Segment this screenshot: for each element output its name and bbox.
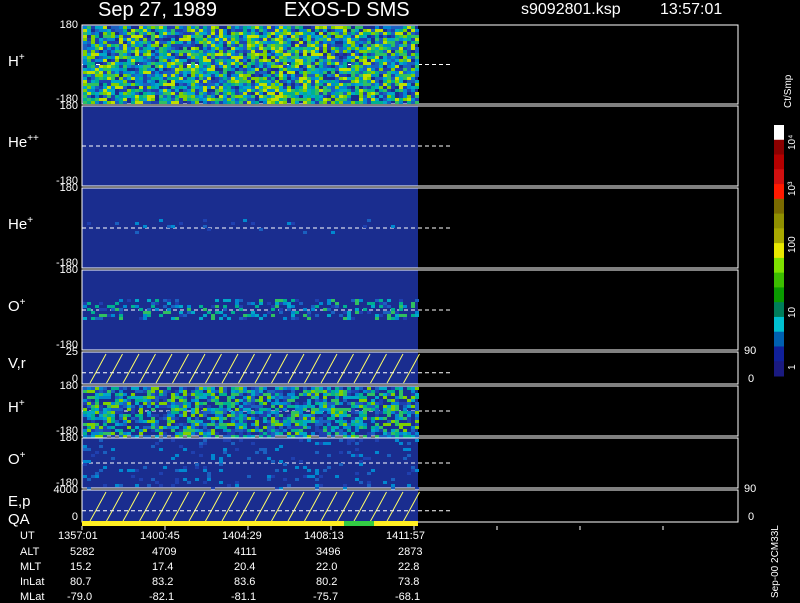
ephemeris-value: 4111 [234, 546, 257, 558]
panel-label-hp1: H+ [8, 51, 25, 70]
colorbar-tick-label: 10⁴ [787, 134, 798, 150]
panel-label-op1: O+ [8, 297, 26, 315]
panel-label-ep: E,p [8, 493, 31, 510]
y-tick-bottom: 0 [71, 511, 78, 523]
panel-ep [81, 489, 739, 523]
ephemeris-value: -79.0 [67, 591, 93, 603]
colorbar-segment [774, 272, 784, 288]
colorbar-segment [774, 302, 784, 318]
ephemeris-value: 1357:01 [58, 530, 98, 542]
y-tick-top: 180 [59, 432, 78, 444]
spectrogram-plot [81, 24, 784, 530]
panel-label-hp2: H+ [8, 398, 25, 416]
panel-layer [81, 24, 739, 530]
ephemeris-value: 3496 [316, 546, 341, 558]
colorbar-segment [774, 243, 784, 259]
panel-hepp [81, 105, 739, 187]
y-tick-top: 180 [59, 182, 78, 194]
panel-vr [81, 351, 739, 385]
colorbar-segment [774, 198, 784, 215]
ephemeris-value: 1408:13 [304, 530, 344, 542]
ephemeris-value: 5282 [70, 546, 95, 558]
colorbar-segment [774, 361, 784, 377]
colorbar [774, 125, 784, 377]
panel-op1 [81, 269, 739, 351]
ephemeris-label: MLat [20, 591, 45, 603]
colorbar-segment [774, 316, 784, 333]
colorbar-segment [774, 139, 784, 156]
panel-label-vr: V,r [8, 355, 26, 372]
ephemeris-value: 1404:29 [222, 530, 262, 542]
ephemeris-value: -68.1 [395, 591, 421, 603]
ephemeris-value: 83.6 [234, 576, 256, 588]
file-name: s9092801.ksp [521, 1, 621, 18]
colorbar-segment [774, 287, 784, 303]
colorbar-segment [774, 331, 784, 347]
right-tick-bottom: 0 [748, 373, 755, 385]
ephemeris-label: MLT [20, 561, 42, 573]
panel-hep [81, 187, 739, 269]
panel-label-hep: He+ [8, 215, 34, 233]
colorbar-tick-label: 10 [787, 306, 798, 318]
right-tick-top: 90 [744, 345, 757, 357]
colorbar-segment [774, 228, 784, 244]
colorbar-segment [774, 184, 784, 200]
colorbar-unit: Ct/Smp [783, 74, 794, 108]
ephemeris-value: 1411:57 [386, 530, 425, 542]
ephemeris-value: 2873 [398, 546, 423, 558]
ephemeris-value: 15.2 [70, 561, 92, 573]
instrument-title: EXOS-D SMS [284, 0, 410, 21]
colorbar-tick-label: 100 [787, 236, 798, 253]
ephemeris-value: 17.4 [152, 561, 174, 573]
ephemeris-value: -82.1 [149, 591, 175, 603]
ephemeris-label: ALT [20, 546, 40, 558]
ephemeris-value: 22.0 [316, 561, 338, 573]
colorbar-segment [774, 125, 784, 141]
colorbar-tick-label: 10³ [787, 181, 798, 196]
ephemeris-value: -75.7 [313, 591, 339, 603]
ephemeris-value: 4709 [152, 546, 177, 558]
y-tick-top: 4000 [53, 484, 78, 496]
colorbar-segment [774, 154, 784, 170]
ephemeris-value: 83.2 [152, 576, 174, 588]
panel-label-hepp: He++ [8, 133, 39, 151]
ephemeris-label: InLat [20, 576, 45, 588]
colorbar-segment [774, 213, 784, 229]
ephemeris-value: 22.8 [398, 561, 420, 573]
ephemeris-value: 73.8 [398, 576, 420, 588]
ephemeris-value: 80.7 [70, 576, 92, 588]
panel-label-op2: O+ [8, 450, 26, 468]
plot-date: Sep 27, 1989 [98, 0, 217, 21]
colorbar-segment [774, 169, 784, 185]
ephemeris-value: 20.4 [234, 561, 256, 573]
y-tick-top: 180 [59, 100, 78, 112]
y-tick-top: 25 [65, 346, 78, 358]
header-time: 13:57:01 [660, 1, 723, 18]
y-tick-top: 180 [59, 264, 78, 276]
ephemeris-value: -81.1 [231, 591, 257, 603]
ephemeris-label: UT [20, 530, 35, 542]
right-tick-bottom: 0 [748, 511, 755, 523]
ephemeris-value: 1400:45 [140, 530, 180, 542]
colorbar-tick-label: 1 [787, 364, 798, 370]
colorbar-segment [774, 257, 784, 274]
qa-label: QA [8, 511, 30, 528]
y-tick-top: 180 [59, 380, 78, 392]
right-tick-top: 90 [744, 483, 757, 495]
ephemeris-value: 80.2 [316, 576, 338, 588]
colorbar-segment [774, 346, 784, 362]
footer-code: Sep-00 2CM33L [770, 525, 781, 598]
qa-bar [82, 521, 418, 526]
y-tick-top: 180 [59, 19, 78, 31]
